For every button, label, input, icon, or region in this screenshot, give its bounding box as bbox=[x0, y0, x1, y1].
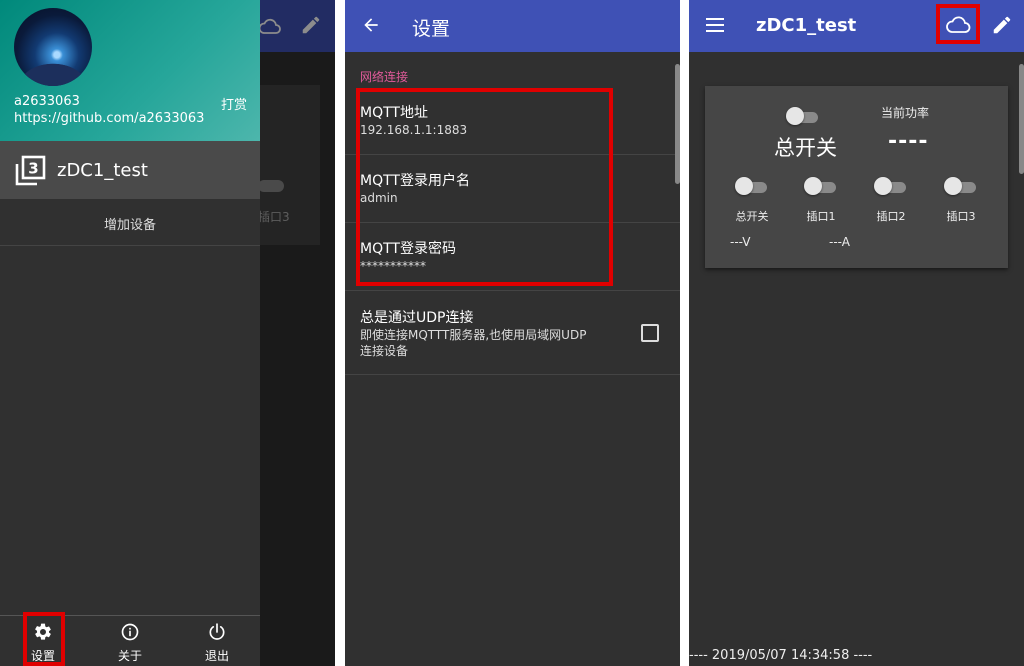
highlight-box-mqtt bbox=[356, 88, 613, 286]
voltage-value: ---V bbox=[730, 235, 751, 249]
pencil-icon[interactable] bbox=[991, 14, 1013, 36]
add-device-label: 增加设备 bbox=[103, 218, 156, 233]
switch-toggle-plug3[interactable] bbox=[944, 177, 976, 195]
avatar[interactable] bbox=[14, 8, 92, 86]
exit-button[interactable]: 退出 bbox=[174, 616, 260, 666]
scrollbar[interactable] bbox=[675, 64, 680, 184]
current-value: ---A bbox=[829, 235, 850, 249]
switch-toggle-plug1[interactable] bbox=[804, 177, 836, 195]
settings-toolbar: 设置 bbox=[345, 0, 680, 52]
add-device-button[interactable]: 增加设备 bbox=[0, 200, 260, 246]
switch-label: 总开关 bbox=[735, 210, 769, 223]
page-title: 设置 bbox=[412, 18, 451, 40]
pref-summary: 即使连接MQTTT服务器,也使用局域网UDP连接设备 bbox=[360, 328, 587, 358]
section-header: 网络连接 bbox=[360, 70, 409, 84]
device-card: 总开关 当前功率 ---- 总开关 插口1 插口2 插口3 ---V ---A bbox=[705, 86, 1008, 268]
info-icon bbox=[121, 623, 139, 641]
scrollbar[interactable] bbox=[1019, 64, 1024, 174]
udp-checkbox[interactable] bbox=[641, 324, 659, 342]
power-icon bbox=[209, 623, 225, 640]
switch-label: 插口1 bbox=[806, 210, 836, 223]
navigation-drawer: a2633063 打赏 https://github.com/a2633063 … bbox=[0, 0, 260, 666]
arrow-back-icon[interactable] bbox=[361, 15, 381, 35]
pref-title: 总是通过UDP连接 bbox=[360, 310, 474, 326]
switch-label: 插口3 bbox=[946, 210, 976, 223]
pref-udp-always[interactable]: 总是通过UDP连接 即使连接MQTTT服务器,也使用局域网UDP连接设备 bbox=[345, 290, 680, 375]
page-title: zDC1_test bbox=[756, 15, 857, 36]
drawer-screen: 插口3 a2633063 打赏 https://github.com/a2633… bbox=[0, 0, 335, 666]
settings-screen: 设置 网络连接 MQTT地址 192.168.1.1:1883 MQTT登录用户… bbox=[345, 0, 680, 666]
switch-toggle-total[interactable] bbox=[735, 177, 767, 195]
about-label: 关于 bbox=[117, 649, 142, 663]
power-value: ---- bbox=[888, 129, 929, 154]
drawer-item-device[interactable]: 3 zDC1_test bbox=[0, 141, 260, 199]
switch-label: 插口2 bbox=[876, 210, 906, 223]
tip-link[interactable]: 打赏 bbox=[221, 94, 247, 113]
drawer-header: a2633063 打赏 https://github.com/a2633063 bbox=[0, 0, 260, 141]
main-switch-label: 总开关 bbox=[774, 136, 837, 160]
about-button[interactable]: 关于 bbox=[87, 616, 173, 666]
github-url[interactable]: https://github.com/a2633063 bbox=[14, 111, 204, 126]
power-label: 当前功率 bbox=[881, 106, 930, 120]
menu-icon[interactable] bbox=[706, 16, 726, 34]
highlight-box-settings bbox=[23, 612, 65, 666]
highlight-box-cloud bbox=[936, 4, 980, 44]
svg-text:3: 3 bbox=[28, 160, 38, 178]
main-switch-toggle[interactable] bbox=[786, 107, 818, 125]
username: a2633063 bbox=[14, 94, 80, 109]
drawer-item-label: zDC1_test bbox=[57, 160, 148, 181]
switch-toggle-plug2[interactable] bbox=[874, 177, 906, 195]
filter-3-icon: 3 bbox=[15, 155, 46, 186]
exit-label: 退出 bbox=[204, 649, 229, 663]
footer-timestamp: ---- 2019/05/07 14:34:58 ---- bbox=[689, 648, 873, 663]
device-screen: zDC1_test 总开关 当前功率 ---- 总开关 插口1 插口2 插口3 … bbox=[689, 0, 1024, 666]
